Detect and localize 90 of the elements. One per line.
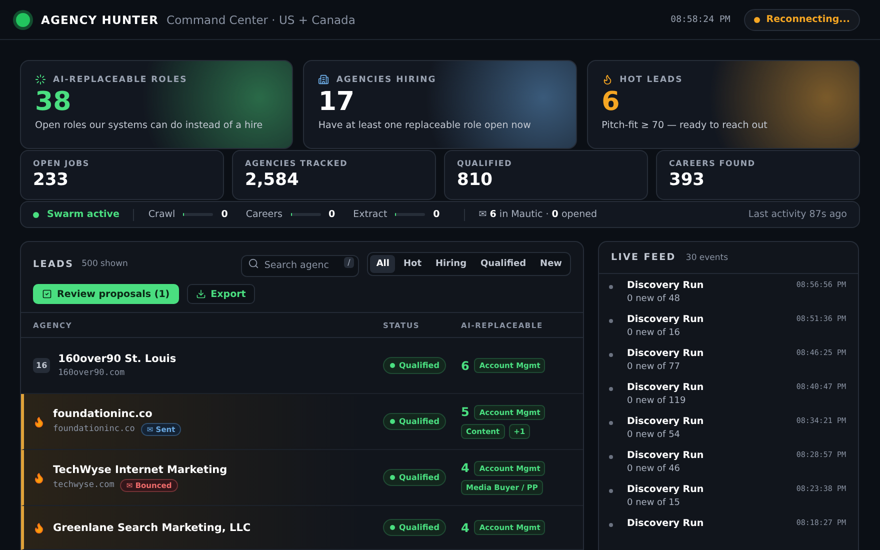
logo-icon bbox=[16, 12, 30, 26]
metric-label: HOT LEADS bbox=[620, 74, 683, 84]
stat-value: 2,584 bbox=[245, 170, 300, 190]
worker-count: 0 bbox=[328, 209, 336, 220]
mautic-summary: ✉ 6 in Mautic · 0 opened bbox=[478, 209, 598, 220]
flame-icon bbox=[33, 416, 45, 428]
event-title: Discovery Run bbox=[627, 484, 705, 495]
filter-tab[interactable]: Hot bbox=[397, 255, 428, 273]
status-badge: Qualified bbox=[383, 519, 446, 536]
building-icon bbox=[318, 74, 330, 85]
stat-label: AGENCIES TRACKED bbox=[245, 159, 349, 168]
event-title: Discovery Run bbox=[627, 314, 705, 325]
metric-caption: Open roles our systems can do instead of a hire bbox=[35, 120, 264, 131]
status-badge: Qualified bbox=[383, 413, 446, 430]
metric-label: AI-REPLACEABLE ROLES bbox=[53, 74, 188, 84]
flame-icon bbox=[33, 522, 45, 534]
event-dot bbox=[609, 421, 613, 425]
agency-domain: foundationinc.co bbox=[53, 424, 135, 434]
stat-label: QUALIFIED bbox=[457, 159, 514, 168]
event-detail: 0 new of 77 bbox=[627, 362, 682, 372]
event-dot bbox=[609, 455, 613, 459]
metric-label: AGENCIES HIRING bbox=[336, 74, 436, 84]
stat-label: CAREERS FOUND bbox=[669, 159, 756, 168]
event-detail: 0 new of 16 bbox=[627, 328, 682, 338]
event-title: Discovery Run bbox=[627, 450, 705, 461]
replaceable-count: 4 bbox=[461, 520, 470, 534]
event-title: Discovery Run bbox=[627, 280, 705, 291]
app-subtitle: Command Center · US + Canada bbox=[166, 12, 356, 26]
event-title: Discovery Run bbox=[627, 416, 705, 427]
worker-label: Extract bbox=[353, 209, 388, 220]
lead-count: 500 shown bbox=[82, 259, 128, 269]
event-detail: 0 new of 48 bbox=[627, 294, 682, 304]
event-title: Discovery Run bbox=[627, 348, 705, 359]
metric-caption: Pitch-fit ≥ 70 — ready to reach out bbox=[602, 120, 768, 131]
filter-tab[interactable]: Qualified bbox=[474, 255, 532, 273]
event-title: Discovery Run bbox=[627, 382, 705, 393]
review-proposals-button[interactable]: Review proposals (1) bbox=[33, 284, 179, 304]
filter-tab[interactable]: All bbox=[370, 255, 396, 273]
filter-tab[interactable]: Hiring bbox=[430, 255, 473, 273]
clock: 08:58:24 PM bbox=[670, 14, 730, 24]
flame-icon bbox=[602, 74, 613, 85]
swarm-status: Swarm active bbox=[47, 209, 120, 220]
event-detail: 0 new of 119 bbox=[627, 396, 687, 406]
event-detail: 0 new of 54 bbox=[627, 430, 682, 440]
event-title: Discovery Run bbox=[627, 518, 705, 529]
event-dot bbox=[609, 387, 613, 391]
event-detail: 0 new of 46 bbox=[627, 464, 682, 474]
stat-label: OPEN JOBS bbox=[33, 159, 90, 168]
event-dot bbox=[609, 285, 613, 289]
stat-value: 393 bbox=[669, 170, 706, 190]
search-icon bbox=[248, 258, 260, 269]
metric-value: 6 bbox=[602, 87, 621, 117]
checkbox-icon bbox=[42, 289, 52, 299]
filter-tab[interactable]: New bbox=[534, 255, 568, 273]
export-button[interactable]: Export bbox=[186, 284, 255, 304]
spinner-icon bbox=[35, 74, 46, 85]
replaceable-count: 6 bbox=[461, 358, 470, 372]
event-dot bbox=[609, 319, 613, 323]
replaceable-count: 5 bbox=[461, 405, 470, 419]
metric-caption: Have at least one replaceable role open now bbox=[318, 120, 532, 131]
agency-domain: techwyse.com bbox=[53, 480, 114, 490]
stat-value: 810 bbox=[457, 170, 494, 190]
download-icon bbox=[196, 289, 206, 299]
panel-title: LEADS bbox=[33, 258, 74, 270]
worker-label: Crawl bbox=[148, 209, 176, 220]
agency-name: foundationinc.co bbox=[53, 408, 154, 420]
agency-domain: 160over90.com bbox=[58, 368, 125, 378]
agency-name: Greenlane Search Marketing, LLC bbox=[53, 522, 251, 534]
metric-value: 17 bbox=[318, 87, 356, 117]
agency-name: 160over90 St. Louis bbox=[58, 353, 176, 365]
status-badge: Qualified bbox=[383, 357, 446, 374]
flame-icon bbox=[33, 472, 45, 484]
replaceable-count: 4 bbox=[461, 461, 470, 475]
event-dot bbox=[609, 523, 613, 527]
stat-value: 233 bbox=[33, 170, 70, 190]
worker-label: Careers bbox=[246, 209, 283, 220]
metric-value: 38 bbox=[35, 87, 72, 117]
connection-status: Reconnecting... bbox=[744, 8, 860, 30]
rank-badge: 16 bbox=[33, 358, 50, 373]
panel-title: LIVE FEED bbox=[611, 252, 676, 263]
event-detail: 0 new of 15 bbox=[627, 498, 682, 508]
worker-count: 0 bbox=[433, 209, 440, 220]
worker-count: 0 bbox=[221, 209, 228, 220]
last-activity: Last activity 87s ago bbox=[748, 209, 847, 220]
app-title: AGENCY HUNTER bbox=[41, 12, 159, 26]
event-dot bbox=[609, 489, 613, 493]
agency-name: TechWyse Internet Marketing bbox=[53, 464, 228, 476]
event-count: 30 events bbox=[686, 252, 728, 262]
event-dot bbox=[609, 353, 613, 357]
status-badge: Qualified bbox=[383, 469, 446, 486]
